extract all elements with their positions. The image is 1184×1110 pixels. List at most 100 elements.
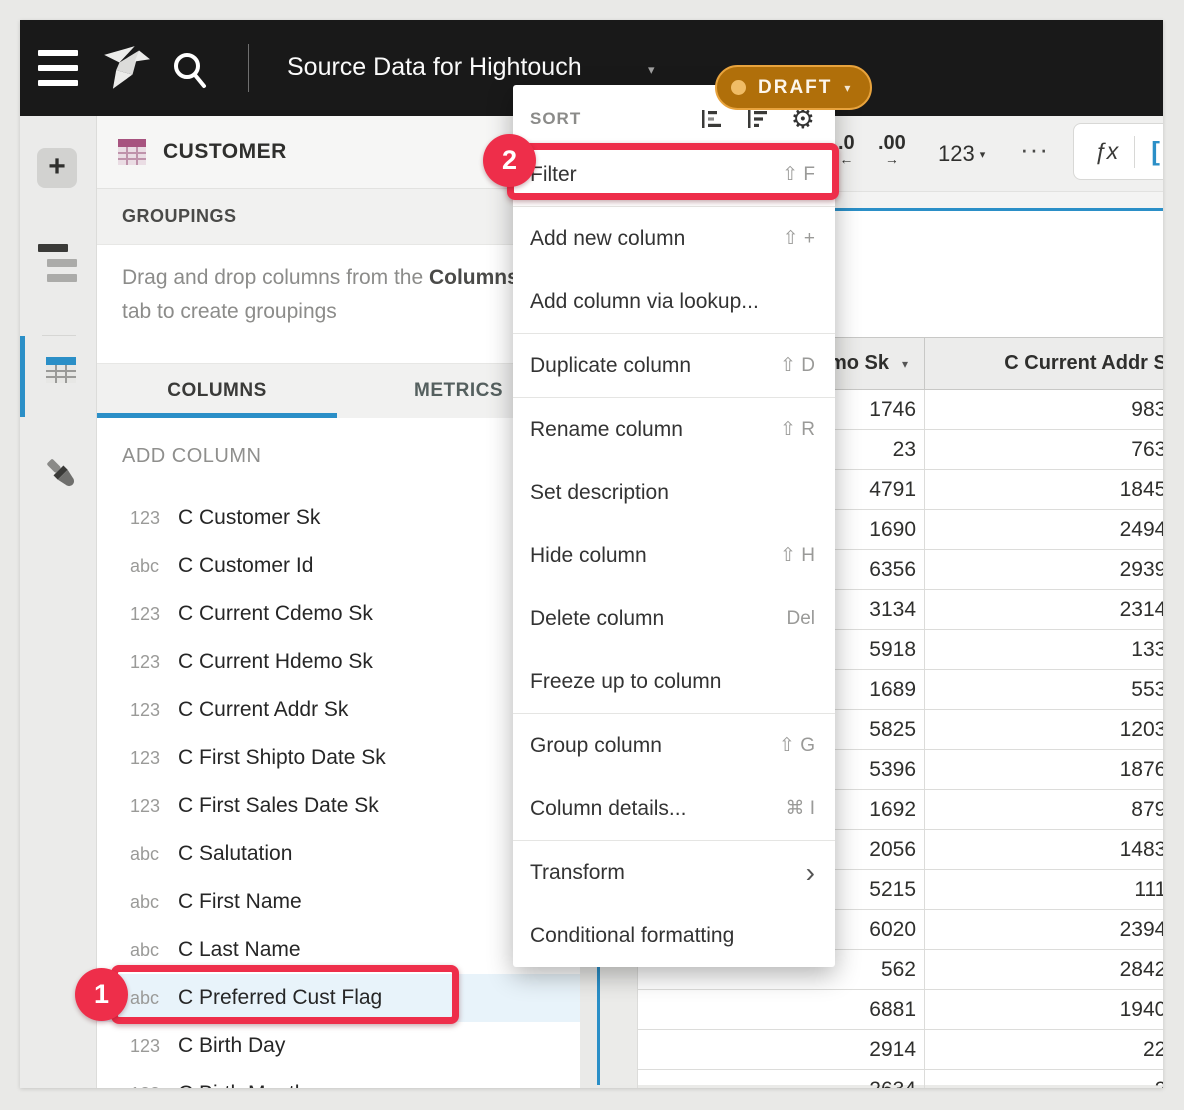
text-type-icon: abc <box>130 556 178 577</box>
column-name: C Customer Sk <box>178 506 320 530</box>
cell-addr-sk[interactable]: 23144 <box>925 590 1163 630</box>
title-dropdown-icon[interactable]: ▾ <box>648 62 655 78</box>
search-icon[interactable] <box>168 48 212 92</box>
column-list-item[interactable]: 123C Birth Month <box>97 1070 580 1088</box>
sort-descending-icon[interactable] <box>745 107 769 131</box>
cell-addr-sk[interactable]: 1339 <box>925 630 1163 670</box>
number-format-button[interactable]: 123 ▾ <box>938 141 985 167</box>
paintbrush-icon[interactable] <box>42 454 82 494</box>
sort-ascending-icon[interactable] <box>699 107 723 131</box>
menu-item-shortcut: ⇧ + <box>783 227 815 250</box>
column-list-item[interactable]: 123C Current Hdemo Sk <box>97 638 580 686</box>
groupings-section-header[interactable]: GROUPINGS <box>97 189 580 245</box>
menu-item-add-new-column[interactable]: Add new column⇧ + <box>513 207 835 270</box>
menu-item-rename-column[interactable]: Rename column⇧ R <box>513 398 835 461</box>
column-list-item[interactable]: 123C Current Addr Sk <box>97 686 580 734</box>
cell-addr-sk[interactable]: 18459 <box>925 470 1163 510</box>
numeric-type-icon: 123 <box>130 652 178 673</box>
column-list-item[interactable]: 123C Customer Sk <box>97 494 580 542</box>
column-list-item[interactable]: abcC First Name <box>97 878 580 926</box>
column-list-item[interactable]: 123C First Sales Date Sk <box>97 782 580 830</box>
column-name: C Last Name <box>178 938 301 962</box>
plus-icon: + <box>48 152 66 182</box>
column-name: C First Shipto Date Sk <box>178 746 386 770</box>
table-tool-icon[interactable] <box>45 354 77 386</box>
cell-addr-sk[interactable]: 223 <box>925 1030 1163 1070</box>
chevron-down-icon[interactable]: ▾ <box>902 357 908 371</box>
hamburger-menu-icon[interactable] <box>38 50 78 86</box>
column-name: C Preferred Cust Flag <box>178 986 382 1010</box>
rail-divider <box>42 335 76 336</box>
more-options-button[interactable]: ··· <box>1020 134 1049 165</box>
column-list-item[interactable]: 123C Current Cdemo Sk <box>97 590 580 638</box>
menu-item-label: Add column via lookup... <box>530 290 815 314</box>
cell-addr-sk[interactable]: 9833 <box>925 390 1163 430</box>
column-header-addr-sk[interactable]: C Current Addr Sk <box>925 338 1163 389</box>
column-list-item[interactable]: abcC Last Name <box>97 926 580 974</box>
formula-bar-divider <box>1134 136 1135 168</box>
menu-item-add-column-via-lookup[interactable]: Add column via lookup... <box>513 270 835 333</box>
cell-addr-sk[interactable]: 27 <box>925 1070 1163 1088</box>
chevron-down-icon: ▾ <box>844 81 850 95</box>
menu-item-shortcut: ⇧ F <box>782 163 815 186</box>
column-header-label: C Current Addr Sk <box>1004 352 1163 375</box>
text-type-icon: abc <box>130 892 178 913</box>
column-context-menu: SORT ⚙ Filter⇧ FAdd new column⇧ +Add c <box>513 85 835 967</box>
arrow-left-icon: ← <box>839 153 853 165</box>
left-icon-rail: + <box>20 116 97 1088</box>
add-column-label[interactable]: ADD COLUMN <box>97 418 580 468</box>
menu-item-freeze-up-to-column[interactable]: Freeze up to column <box>513 650 835 713</box>
draft-status-badge[interactable]: DRAFT ▾ <box>715 65 872 110</box>
table-row: 263427 <box>637 1070 1163 1088</box>
cell-addr-sk[interactable]: 12033 <box>925 710 1163 750</box>
menu-item-group-column[interactable]: Group column⇧ G <box>513 714 835 777</box>
decrease-decimal-button[interactable]: .0 ← <box>838 133 855 165</box>
numeric-type-icon: 123 <box>130 796 178 817</box>
menu-item-label: Freeze up to column <box>530 670 815 694</box>
menu-item-label: Delete column <box>530 607 786 631</box>
cell-addr-sk[interactable]: 14837 <box>925 830 1163 870</box>
menu-item-hide-column[interactable]: Hide column⇧ H <box>513 524 835 587</box>
menu-item-shortcut: ⌘ I <box>785 797 815 820</box>
column-list-item[interactable]: abcC Salutation <box>97 830 580 878</box>
menu-item-column-details[interactable]: Column details...⌘ I <box>513 777 835 840</box>
menu-item-duplicate-column[interactable]: Duplicate column⇧ D <box>513 334 835 397</box>
workbook-title[interactable]: Source Data for Hightouch <box>287 53 582 82</box>
numeric-type-icon: 123 <box>130 1036 178 1057</box>
cell-addr-sk[interactable]: 8797 <box>925 790 1163 830</box>
menu-item-transform[interactable]: Transform› <box>513 841 835 904</box>
cell-addr-sk[interactable]: 24946 <box>925 510 1163 550</box>
menu-item-filter[interactable]: Filter⇧ F <box>513 143 835 206</box>
menu-item-conditional-formatting[interactable]: Conditional formatting <box>513 904 835 967</box>
menu-item-delete-column[interactable]: Delete columnDel <box>513 587 835 650</box>
cell-hdemo-sk[interactable]: 2914 <box>637 1030 925 1070</box>
outline-panel-icon[interactable] <box>38 244 78 286</box>
dragdrop-hint-text: Drag and drop columns from the <box>122 266 429 289</box>
tab-columns[interactable]: COLUMNS <box>97 364 337 418</box>
column-list-item[interactable]: abcC Preferred Cust Flag <box>97 974 580 1022</box>
cell-addr-sk[interactable]: 29391 <box>925 550 1163 590</box>
add-element-button[interactable]: + <box>37 148 77 188</box>
menu-item-label: Hide column <box>530 544 780 568</box>
panel-tabbar: COLUMNS METRICS <box>97 363 580 418</box>
increase-decimal-button[interactable]: .00 → <box>878 133 906 165</box>
formula-bar[interactable]: ƒx [ <box>1073 123 1163 180</box>
menu-item-shortcut: ⇧ G <box>779 734 815 757</box>
column-list-item[interactable]: 123C First Shipto Date Sk <box>97 734 580 782</box>
cell-addr-sk[interactable]: 1117 <box>925 870 1163 910</box>
cell-addr-sk[interactable]: 28426 <box>925 950 1163 990</box>
column-list-item[interactable]: abcC Customer Id <box>97 542 580 590</box>
cell-hdemo-sk[interactable]: 6881 <box>637 990 925 1030</box>
cell-addr-sk[interactable]: 5539 <box>925 670 1163 710</box>
menu-item-set-description[interactable]: Set description <box>513 461 835 524</box>
active-tool-indicator <box>20 336 25 417</box>
cell-addr-sk[interactable]: 18761 <box>925 750 1163 790</box>
menu-item-label: Set description <box>530 481 815 505</box>
cell-addr-sk[interactable]: 23947 <box>925 910 1163 950</box>
sigma-bird-logo[interactable] <box>102 44 150 92</box>
dragdrop-hint-bold: Columns <box>429 266 519 289</box>
cell-hdemo-sk[interactable]: 2634 <box>637 1070 925 1088</box>
cell-addr-sk[interactable]: 19400 <box>925 990 1163 1030</box>
column-list-item[interactable]: 123C Birth Day <box>97 1022 580 1070</box>
cell-addr-sk[interactable]: 7634 <box>925 430 1163 470</box>
